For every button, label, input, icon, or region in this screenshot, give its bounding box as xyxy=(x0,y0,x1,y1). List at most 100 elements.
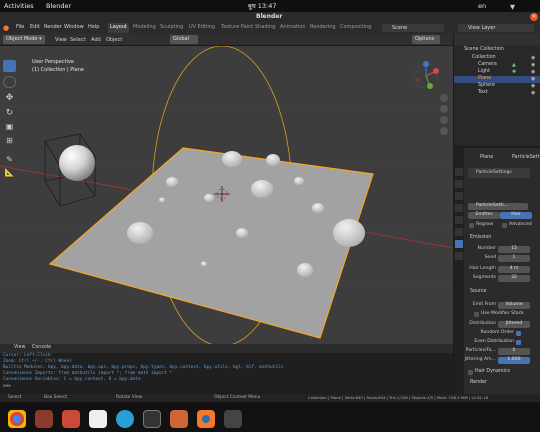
seed-field[interactable]: 1 xyxy=(498,255,530,262)
emission-panel-header[interactable]: Emission xyxy=(470,235,491,241)
cursor-tool-icon[interactable] xyxy=(3,76,16,88)
outliner-item-light[interactable]: Light ✺ ◉ xyxy=(454,69,540,76)
tab-rendering[interactable]: Rendering xyxy=(308,23,338,33)
python-console[interactable]: Cursor: Left-Click Zoom: Ctrl +/-, Ctrl-… xyxy=(0,353,453,391)
viewport-menu-view[interactable]: View xyxy=(55,38,67,43)
source-panel-header[interactable]: Source xyxy=(470,289,486,295)
tab-sculpting[interactable]: Sculpting xyxy=(158,23,185,33)
render-tab-icon[interactable] xyxy=(455,168,463,176)
terminal-red-icon[interactable] xyxy=(62,410,80,428)
rotate-tool-icon[interactable]: ↻ xyxy=(3,108,16,120)
transform-orientation-dropdown[interactable]: Global xyxy=(170,35,198,44)
eye-icon[interactable]: ◉ xyxy=(531,55,535,61)
emit-from-dropdown[interactable]: Volume xyxy=(498,302,530,309)
close-icon[interactable]: × xyxy=(530,13,538,21)
outliner-item-sphere[interactable]: Sphere ◉ xyxy=(454,83,540,90)
annotate-tool-icon[interactable]: ✎ xyxy=(3,155,16,167)
tab-compositing[interactable]: Compositing xyxy=(338,23,373,33)
measure-tool-icon[interactable]: 📐 xyxy=(3,168,16,180)
menu-help[interactable]: Help xyxy=(88,25,99,30)
console-menu-console[interactable]: Console xyxy=(32,345,51,351)
segments-field[interactable]: 32 xyxy=(498,275,530,282)
files-icon[interactable] xyxy=(35,410,53,428)
advanced-checkbox[interactable] xyxy=(502,223,507,228)
scene-selector[interactable]: Scene xyxy=(382,24,444,32)
tab-animation[interactable]: Animation xyxy=(278,23,308,33)
tab-modeling[interactable]: Modeling xyxy=(131,23,158,33)
hair-dynamics-header[interactable]: Hair Dynamics xyxy=(475,369,510,375)
menu-window[interactable]: Window xyxy=(64,25,84,30)
outliner-root[interactable]: Scene Collection xyxy=(464,47,504,53)
system-tray-icons[interactable]: ▼ xyxy=(510,3,534,11)
view-layer-tab-icon[interactable] xyxy=(455,192,463,200)
app-icon[interactable] xyxy=(224,410,242,428)
outliner-item-collection[interactable]: Collection ◉ xyxy=(454,55,540,62)
camera-view-icon[interactable] xyxy=(440,116,448,124)
type-emitter-button[interactable]: Emitter xyxy=(468,212,500,219)
use-modifier-stack-checkbox[interactable] xyxy=(474,312,479,317)
viewport-scene[interactable] xyxy=(0,46,453,344)
sphere-object[interactable] xyxy=(44,133,96,207)
hair-length-field[interactable]: 4 m xyxy=(498,266,530,273)
console-menu-view[interactable]: View xyxy=(14,345,25,351)
jittering-field[interactable]: 1.000 xyxy=(498,357,530,364)
menu-render[interactable]: Render xyxy=(44,25,62,30)
type-hair-button[interactable]: Hair xyxy=(500,212,532,219)
scene-tab-icon[interactable] xyxy=(455,204,463,212)
outliner-item-camera[interactable]: Camera ▲ ◉ xyxy=(454,62,540,69)
viewport-menu-add[interactable]: Add xyxy=(91,38,101,43)
particles-tab-icon[interactable] xyxy=(455,240,463,248)
physics-tab-icon[interactable] xyxy=(455,252,463,260)
pan-hand-icon[interactable] xyxy=(440,105,448,113)
eye-icon[interactable]: ◉ xyxy=(531,76,535,82)
particle-system-list[interactable]: ParticleSettings xyxy=(468,168,530,178)
slack-icon[interactable] xyxy=(89,410,107,428)
tab-uv-editing[interactable]: UV Editing xyxy=(187,23,217,33)
context-particle-settings[interactable]: ParticleSett xyxy=(512,155,539,161)
regrow-checkbox[interactable] xyxy=(469,223,474,228)
navigation-gizmo-icon[interactable] xyxy=(413,61,439,89)
telegram-icon[interactable] xyxy=(116,410,134,428)
eye-icon[interactable]: ◉ xyxy=(531,69,535,75)
move-tool-icon[interactable]: ✥ xyxy=(3,93,16,105)
language-indicator[interactable]: en xyxy=(478,3,486,10)
render-panel-header[interactable]: Render xyxy=(470,380,487,386)
scale-tool-icon[interactable]: ▣ xyxy=(3,122,16,134)
clock[interactable]: बुध 13:47 xyxy=(248,3,277,10)
world-tab-icon[interactable] xyxy=(455,216,463,224)
mode-dropdown[interactable]: Object Mode ▾ xyxy=(3,35,45,44)
3d-viewport[interactable]: User Perspective (1) Collection | Plane xyxy=(0,46,453,344)
blender-logo-icon[interactable]: ● xyxy=(3,24,11,32)
menu-edit[interactable]: Edit xyxy=(30,25,40,30)
tab-layout[interactable]: Layout xyxy=(108,23,129,33)
distribution-dropdown[interactable]: Jittered xyxy=(498,321,530,328)
hair-dynamics-checkbox[interactable] xyxy=(468,370,473,375)
context-object[interactable]: Plane xyxy=(480,155,493,161)
text-editor-icon[interactable] xyxy=(170,410,188,428)
app-menu[interactable]: Blender xyxy=(46,3,71,10)
outliner-item-plane[interactable]: Plane ◉ xyxy=(454,76,540,83)
activities-button[interactable]: Activities xyxy=(4,3,34,10)
number-field[interactable]: 15 xyxy=(498,246,530,253)
outliner-item-text[interactable]: Text ◉ xyxy=(454,90,540,97)
chrome-icon[interactable] xyxy=(8,410,26,428)
blender-icon[interactable] xyxy=(197,410,215,428)
viewport-menu-select[interactable]: Select xyxy=(70,38,85,43)
zoom-icon[interactable] xyxy=(440,94,448,102)
eye-icon[interactable]: ◉ xyxy=(531,83,535,89)
terminal-icon[interactable] xyxy=(143,410,161,428)
menu-file[interactable]: File xyxy=(16,25,24,30)
viewport-menu-object[interactable]: Object xyxy=(106,38,122,43)
object-tab-icon[interactable] xyxy=(455,228,463,236)
even-distribution-checkbox[interactable] xyxy=(516,340,521,345)
tab-texture-paint[interactable]: Texture Paint xyxy=(219,23,255,33)
output-tab-icon[interactable] xyxy=(455,180,463,188)
console-prompt[interactable]: >>> xyxy=(3,384,11,389)
tab-shading[interactable]: Shading xyxy=(253,23,277,33)
options-dropdown[interactable]: Options xyxy=(412,35,440,44)
eye-icon[interactable]: ◉ xyxy=(531,90,535,96)
particle-settings-field[interactable]: ParticleSetti... xyxy=(468,203,528,210)
perspective-toggle-icon[interactable] xyxy=(440,127,448,135)
view-layer-selector[interactable]: View Layer xyxy=(458,24,534,32)
select-box-tool-icon[interactable] xyxy=(3,60,16,72)
